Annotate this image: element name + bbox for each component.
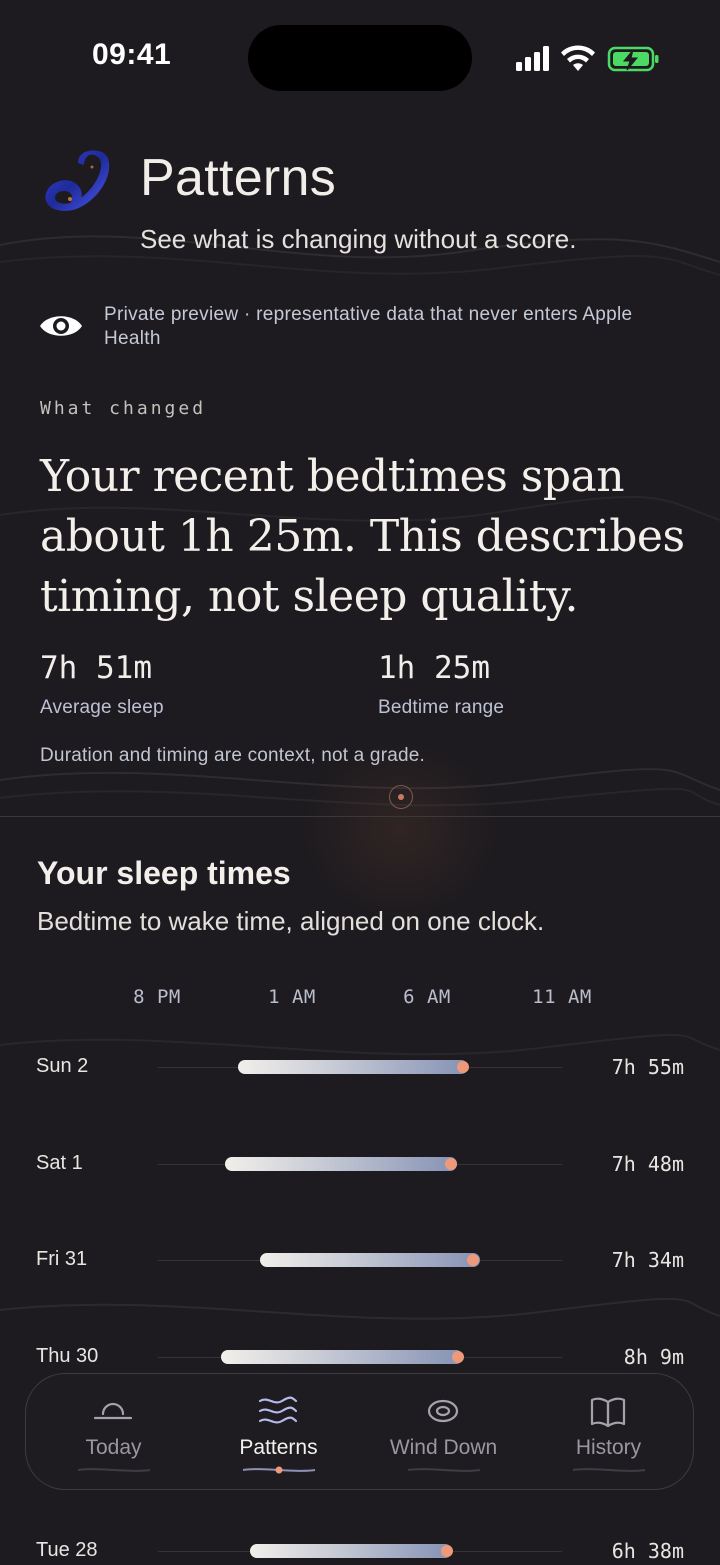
status-time: 09:41 xyxy=(92,38,172,71)
axis-label: 8 PM xyxy=(133,986,181,1008)
axis-label: 11 AM xyxy=(532,986,592,1008)
section-divider xyxy=(0,816,720,817)
divider-marker xyxy=(389,785,413,809)
status-icons xyxy=(516,45,659,72)
row-day-label: Sat 1 xyxy=(36,1152,83,1174)
app-logo-icon xyxy=(45,150,110,212)
sleep-bar xyxy=(260,1253,480,1267)
bedtime-range-label: Bedtime range xyxy=(378,697,505,718)
row-duration: 7h 34m xyxy=(611,1248,684,1272)
wake-marker xyxy=(457,1061,469,1073)
sleep-bar xyxy=(238,1060,468,1074)
tab-label: History xyxy=(575,1436,642,1459)
sleep-bar xyxy=(250,1544,452,1558)
battery-charging-icon xyxy=(607,46,659,72)
row-day-label: Sun 2 xyxy=(36,1055,89,1077)
sleep-bar xyxy=(221,1350,463,1364)
eye-icon xyxy=(40,316,82,336)
wifi-icon xyxy=(561,45,595,71)
tab-patterns[interactable]: Patterns xyxy=(196,1374,361,1491)
tab-label: Patterns xyxy=(239,1436,318,1459)
sleep-times-subtitle: Bedtime to wake time, aligned on one clo… xyxy=(37,906,545,936)
average-sleep-value: 7h 51m xyxy=(40,650,152,686)
tab-label: Wind Down xyxy=(389,1436,498,1459)
row-duration: 6h 38m xyxy=(611,1539,684,1563)
wake-marker xyxy=(445,1158,457,1170)
tab-underline xyxy=(572,1468,646,1472)
average-sleep-label: Average sleep xyxy=(40,697,164,718)
row-day-label: Thu 30 xyxy=(36,1345,99,1367)
row-day-label: Fri 31 xyxy=(36,1248,88,1270)
row-duration: 8h 9m xyxy=(623,1345,684,1369)
wake-marker xyxy=(441,1545,453,1557)
sleep-times-title: Your sleep times xyxy=(37,855,291,891)
page-subtitle: See what is changing without a score. xyxy=(140,224,577,254)
bedtime-range-value: 1h 25m xyxy=(378,650,490,686)
cellular-signal-icon xyxy=(516,46,549,71)
row-day-label: Tue 28 xyxy=(36,1539,98,1561)
section-eyebrow: What changed xyxy=(40,398,207,419)
dynamic-island xyxy=(248,25,472,91)
waves-icon xyxy=(258,1396,298,1424)
tab-underline xyxy=(407,1468,481,1472)
axis-label: 1 AM xyxy=(268,986,316,1008)
tab-wind-down[interactable]: Wind Down xyxy=(361,1374,526,1491)
summary-headline: Your recent bedtimes span about 1h 25m. … xyxy=(40,451,685,622)
row-duration: 7h 48m xyxy=(611,1152,684,1176)
sleep-bar xyxy=(225,1157,457,1171)
active-tab-indicator xyxy=(242,1466,316,1474)
tab-today[interactable]: Today xyxy=(31,1374,196,1491)
sunrise-icon xyxy=(93,1402,133,1420)
page-title: Patterns xyxy=(140,149,337,207)
spiral-icon xyxy=(427,1399,459,1423)
wake-marker xyxy=(467,1254,479,1266)
private-preview-notice: Private preview · representative data th… xyxy=(104,304,633,349)
tab-history[interactable]: History xyxy=(526,1374,691,1491)
wake-marker xyxy=(452,1351,464,1363)
row-duration: 7h 55m xyxy=(611,1055,684,1079)
axis-label: 6 AM xyxy=(403,986,451,1008)
tab-bar: Today Patterns Wind Down History xyxy=(25,1373,694,1490)
tab-label: Today xyxy=(85,1436,142,1459)
book-icon xyxy=(590,1397,626,1428)
divider-glow xyxy=(300,740,500,920)
tab-underline xyxy=(77,1468,151,1472)
